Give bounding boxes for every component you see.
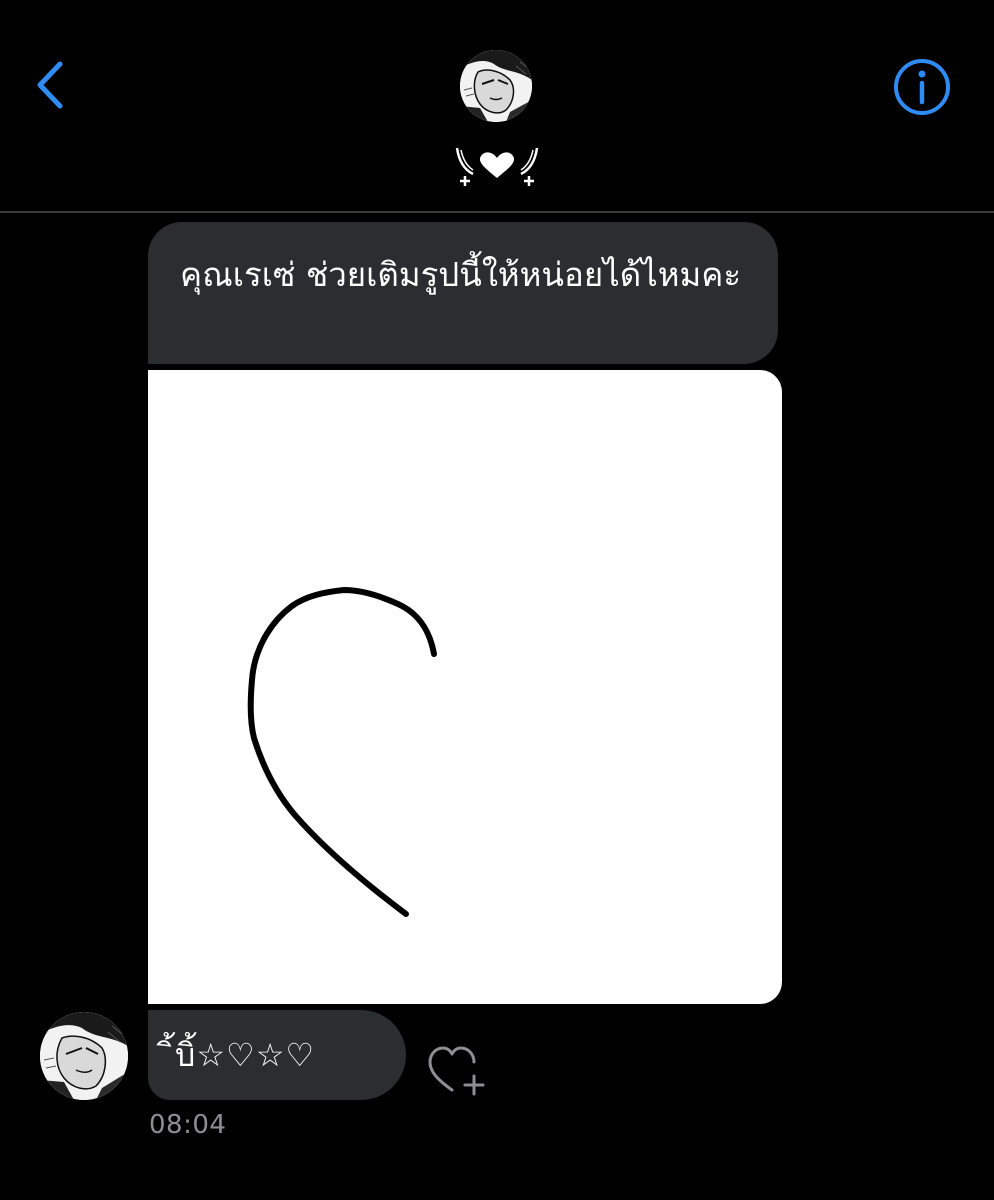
header-divider xyxy=(0,211,994,213)
message-text: ิ้บิ้☆♡☆♡ xyxy=(174,1035,316,1074)
react-button[interactable] xyxy=(424,1040,488,1098)
heart-plus-icon xyxy=(428,1046,485,1096)
contact-name[interactable] xyxy=(447,140,547,196)
info-circle-icon xyxy=(894,59,950,115)
conversation-header xyxy=(0,0,994,213)
back-button[interactable] xyxy=(24,50,78,120)
message-bubble[interactable]: ิ้บิ้☆♡☆♡ xyxy=(148,1010,406,1100)
message-bubble[interactable]: คุณเรเซ่ ช่วยเติมรูปนี้ให้หน่อยได้ไหมคะ xyxy=(148,222,778,364)
message-timestamp: 08:04 xyxy=(149,1110,227,1140)
message-text: คุณเรเซ่ ช่วยเติมรูปนี้ให้หน่อยได้ไหมคะ xyxy=(180,255,742,294)
avatar-image xyxy=(40,1012,128,1100)
image-message[interactable] xyxy=(148,370,782,1004)
contact-name-decoration xyxy=(455,147,539,186)
chevron-left-icon xyxy=(37,61,63,109)
sender-avatar[interactable] xyxy=(40,1012,128,1100)
avatar-image xyxy=(460,50,532,122)
half-heart-drawing xyxy=(247,587,437,917)
info-button[interactable] xyxy=(890,55,954,119)
contact-avatar[interactable] xyxy=(460,50,532,122)
